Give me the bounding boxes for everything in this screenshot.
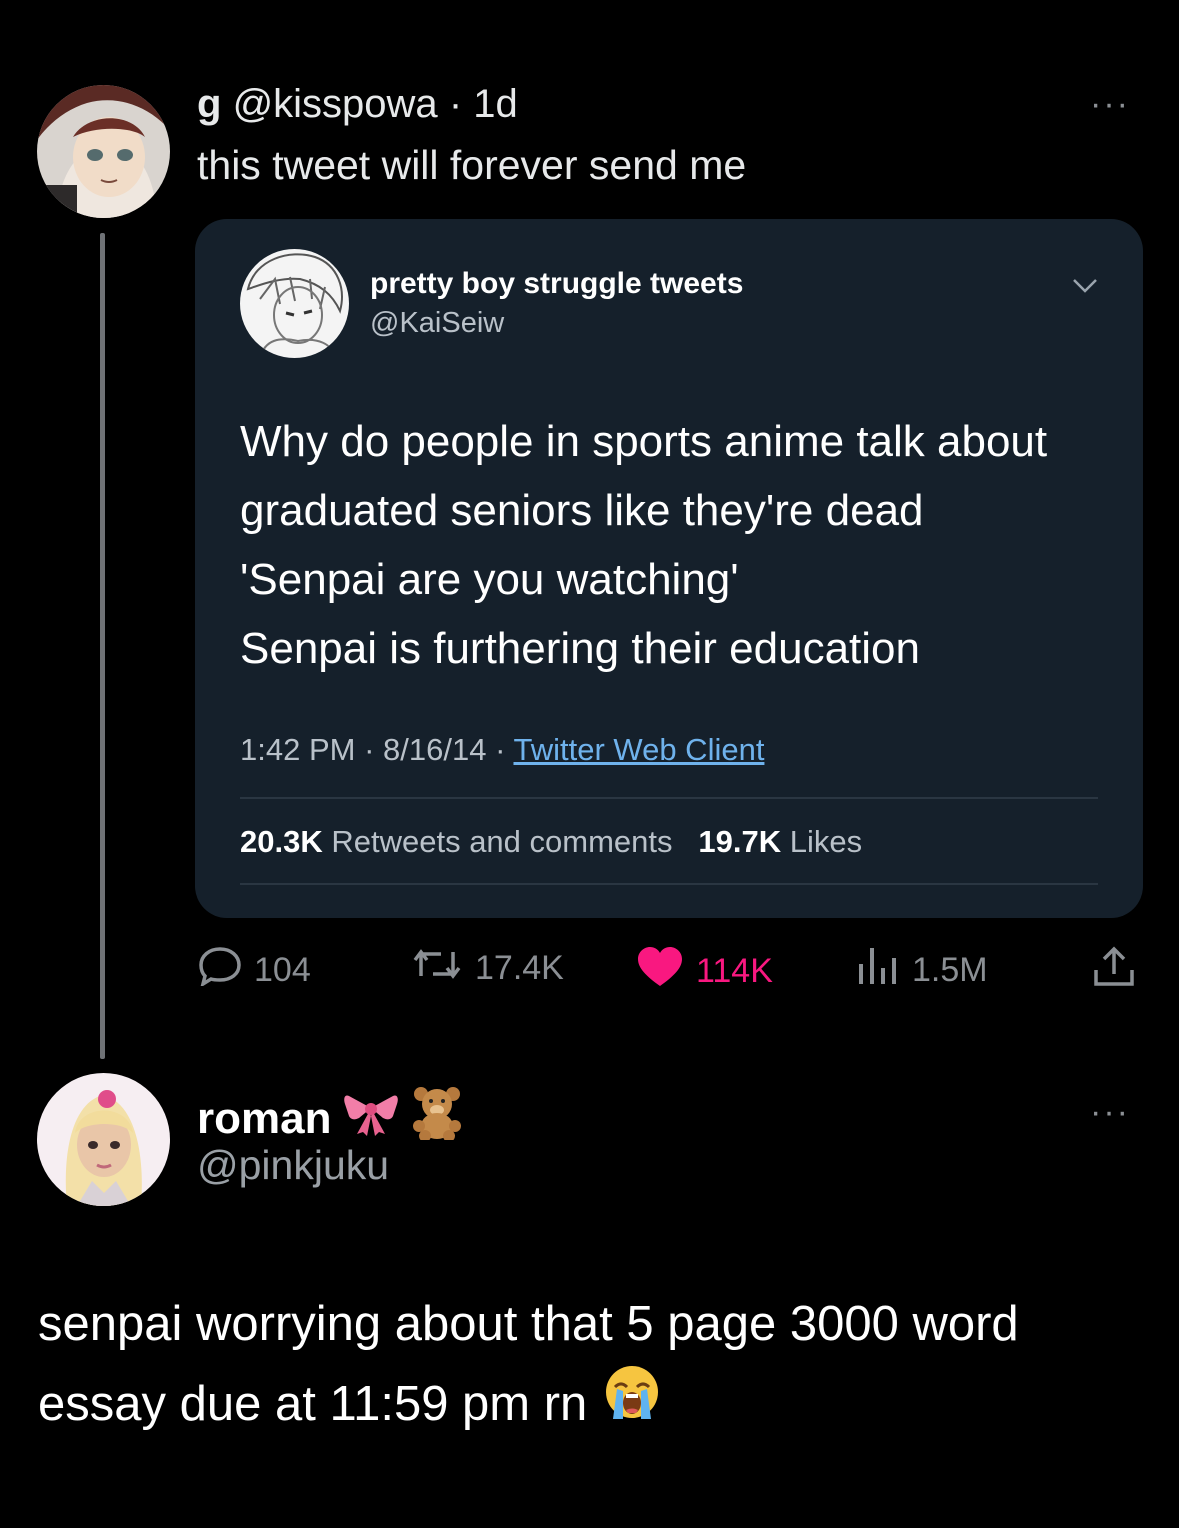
embedded-body-line: Why do people in sports anime talk about xyxy=(240,417,1048,466)
quote-separator: · xyxy=(448,82,463,126)
quote-tweet-header: g @kisspowa · 1d xyxy=(197,82,518,127)
embedded-likes-count[interactable]: 19.7K xyxy=(698,824,781,859)
more-options-icon[interactable]: ··· xyxy=(1090,1095,1130,1129)
retweet-action[interactable]: 17.4K xyxy=(411,946,564,991)
divider xyxy=(240,797,1098,799)
views-icon[interactable] xyxy=(856,946,900,995)
reply-handle[interactable]: @pinkjuku xyxy=(197,1142,389,1189)
avatar-kaiseiw[interactable] xyxy=(240,249,349,358)
avatar-pinkjuku[interactable] xyxy=(37,1073,170,1206)
chevron-down-icon[interactable] xyxy=(1071,277,1099,300)
reply-icon[interactable] xyxy=(198,946,242,995)
retweet-count: 17.4K xyxy=(475,949,564,987)
embedded-tweet-card[interactable]: pretty boy struggle tweets @KaiSeiw Why … xyxy=(195,219,1143,918)
teddy-bear-icon xyxy=(411,1086,463,1151)
quote-handle[interactable]: @kisspowa xyxy=(233,82,438,126)
reply-body-line: senpai worrying about that 5 page 3000 w… xyxy=(38,1297,1019,1351)
ribbon-icon xyxy=(343,1090,399,1147)
embedded-handle[interactable]: @KaiSeiw xyxy=(370,307,504,340)
retweet-icon[interactable] xyxy=(411,946,463,991)
embedded-body-line: 'Senpai are you watching' xyxy=(240,555,739,604)
views-count: 1.5M xyxy=(912,951,988,989)
embedded-display-name[interactable]: pretty boy struggle tweets xyxy=(370,267,743,301)
quote-tweet-text: this tweet will forever send me xyxy=(197,142,747,188)
like-action[interactable]: 114K xyxy=(636,946,773,997)
thread-line xyxy=(100,233,105,1059)
embedded-retweets-label[interactable]: Retweets and comments xyxy=(331,824,672,859)
reply-body-line: essay due at 11:59 pm rn xyxy=(38,1376,588,1431)
embedded-body-line: graduated seniors like they're dead xyxy=(240,486,924,535)
embedded-body-line: Senpai is furthering their education xyxy=(240,624,920,673)
embedded-tweet-meta: 1:42 PM · 8/16/14 · Twitter Web Client xyxy=(240,732,764,768)
reply-count: 104 xyxy=(254,951,311,989)
embedded-tweet-stats: 20.3K Retweets and comments 19.7K Likes xyxy=(240,824,862,860)
divider xyxy=(240,883,1098,885)
embedded-time: 1:42 PM xyxy=(240,732,356,767)
views-action[interactable]: 1.5M xyxy=(856,946,988,995)
like-count: 114K xyxy=(696,952,773,990)
share-icon[interactable] xyxy=(1092,946,1136,997)
embedded-likes-label[interactable]: Likes xyxy=(790,824,862,859)
reply-display-name[interactable]: roman xyxy=(197,1094,331,1144)
reply-tweet-body: senpai worrying about that 5 page 3000 w… xyxy=(38,1285,1019,1444)
more-options-icon[interactable]: ··· xyxy=(1090,87,1130,121)
quote-display-name[interactable]: g xyxy=(197,82,221,126)
meta-separator: · xyxy=(495,732,506,767)
quote-time[interactable]: 1d xyxy=(473,82,518,126)
meta-separator: · xyxy=(364,732,375,767)
avatar-kisspowa[interactable] xyxy=(37,85,170,218)
embedded-retweets-count[interactable]: 20.3K xyxy=(240,824,323,859)
embedded-tweet-body: Why do people in sports anime talk about… xyxy=(240,407,1120,683)
embedded-date: 8/16/14 xyxy=(383,732,487,767)
heart-icon[interactable] xyxy=(636,946,684,997)
client-link[interactable]: Twitter Web Client xyxy=(513,732,764,767)
loudly-crying-face-icon xyxy=(603,1363,661,1444)
share-action[interactable] xyxy=(1092,946,1136,997)
reply-action[interactable]: 104 xyxy=(198,946,311,995)
